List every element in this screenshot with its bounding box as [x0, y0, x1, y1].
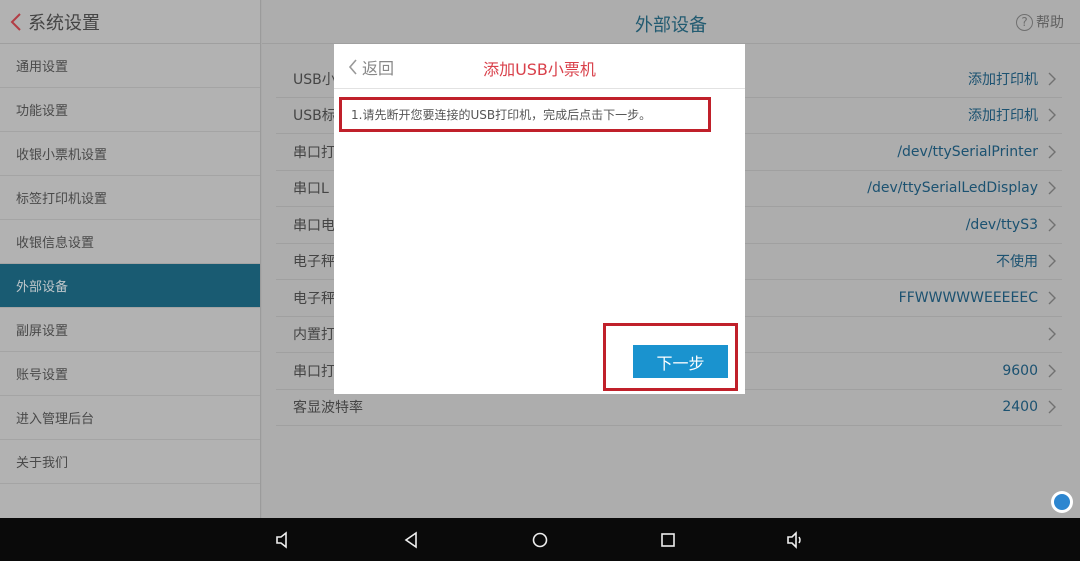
dialog-header: 返回 添加USB小票机 [334, 44, 745, 89]
floating-assistant-icon[interactable] [1051, 491, 1073, 513]
volume-up-icon[interactable] [786, 530, 806, 550]
dialog-title: 添加USB小票机 [483, 60, 596, 79]
recents-icon[interactable] [658, 530, 678, 550]
navigation-bar [0, 518, 1080, 561]
back-icon[interactable] [402, 530, 422, 550]
add-usb-printer-dialog: 返回 添加USB小票机 1.请先断开您要连接的USB打印机，完成后点击下一步。 … [334, 44, 745, 394]
step-instruction: 1.请先断开您要连接的USB打印机，完成后点击下一步。 [339, 97, 711, 132]
volume-down-icon[interactable] [274, 530, 294, 550]
home-icon[interactable] [530, 530, 550, 550]
next-step-button[interactable]: 下一步 [633, 345, 728, 378]
